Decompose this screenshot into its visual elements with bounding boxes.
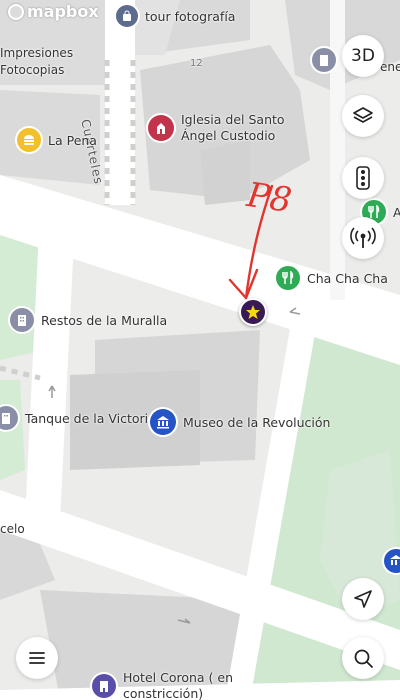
church-icon: [148, 115, 174, 141]
poi-restos-muralla[interactable]: Restos de la Muralla: [10, 308, 167, 332]
map-base: [0, 0, 400, 700]
layers-button[interactable]: [342, 95, 384, 137]
search-icon: [354, 649, 373, 668]
mapbox-logo-text: mapbox: [27, 2, 99, 21]
hotel-icon: [92, 674, 116, 698]
poi-impresiones-label[interactable]: Impresiones Fotocopias: [0, 45, 73, 79]
poi-tour-fotografia[interactable]: tour fotografía: [116, 5, 235, 27]
antenna-icon: [350, 227, 376, 248]
poi-la-pena[interactable]: La Pena: [17, 128, 97, 152]
menu-button[interactable]: [16, 637, 58, 679]
annotation-p8: P8: [244, 175, 295, 221]
poi-iglesia[interactable]: Iglesia del Santo Ángel Custodio: [148, 112, 285, 144]
street-label-edge: celo: [0, 522, 25, 536]
location-arrow-icon: [354, 590, 372, 608]
poi-museo-revolucion[interactable]: Museo de la Revolución: [150, 409, 330, 435]
live-signal-button[interactable]: [342, 217, 384, 259]
view-3d-button[interactable]: 3D: [342, 35, 384, 77]
search-button[interactable]: [342, 637, 384, 679]
fork-knife-icon: [276, 266, 300, 290]
house-number: 12: [190, 58, 203, 69]
mapbox-mark-icon: [8, 3, 24, 20]
locate-button[interactable]: [342, 578, 384, 620]
map-canvas[interactable]: 12 Cuarteles celo P8 mapbox tour fotogra…: [0, 0, 400, 700]
selected-location-marker[interactable]: [239, 298, 267, 326]
building-icon: [0, 406, 18, 430]
mapbox-logo: mapbox: [8, 2, 99, 21]
traffic-light-icon: [356, 166, 370, 190]
traffic-button[interactable]: [342, 157, 384, 199]
bag-icon: [116, 5, 138, 27]
poi-cha-cha-cha[interactable]: Cha Cha Cha: [276, 266, 388, 290]
building-icon[interactable]: [312, 48, 336, 72]
poi-tanque-victoria[interactable]: Tanque de la Victoria: [0, 406, 156, 430]
burger-icon: [17, 128, 41, 152]
menu-icon: [29, 652, 45, 664]
building-icon: [10, 308, 34, 332]
museum-icon: [150, 409, 176, 435]
star-icon: [246, 305, 260, 319]
poi-hotel-corona[interactable]: Hotel Corona ( en constricción): [92, 670, 233, 700]
layers-icon: [353, 107, 373, 123]
